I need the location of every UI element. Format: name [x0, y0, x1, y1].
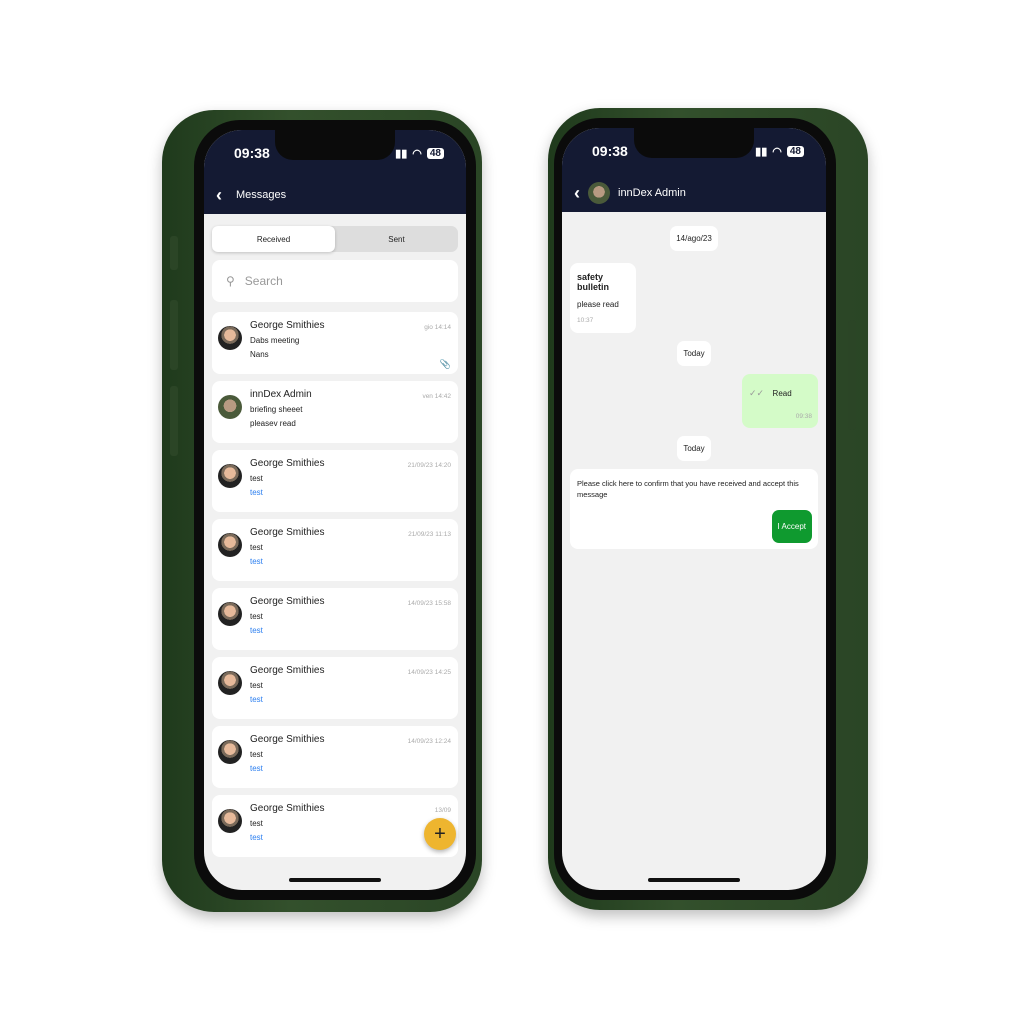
- mute-switch: [170, 236, 178, 270]
- date-separator: 14/ago/23: [670, 226, 718, 251]
- message-list-item[interactable]: George Smithies test test 21/09/23 14:20: [212, 450, 458, 512]
- message-time: 10:37: [577, 317, 594, 324]
- message-subject: briefing sheeet: [250, 405, 303, 414]
- search-placeholder: Search: [244, 274, 283, 288]
- message-list-item[interactable]: innDex Admin briefing sheeet pleasev rea…: [212, 381, 458, 443]
- sender-name: George Smithies: [250, 803, 325, 814]
- confirm-text: Please click here to confirm that you ha…: [577, 479, 799, 500]
- message-time: 21/09/23 14:20: [407, 462, 451, 469]
- message-subject: test: [250, 543, 263, 552]
- wifi-icon: ◠: [412, 147, 422, 160]
- messages-screen: 09:38 ▮▮ ◠ 48 ‹ Messages Received Sent ⚲ S…: [204, 130, 466, 890]
- confirm-message[interactable]: Please click here to confirm that you ha…: [570, 469, 818, 549]
- home-indicator: [289, 878, 381, 882]
- battery-icon: 48: [426, 147, 444, 159]
- avatar: [218, 395, 242, 419]
- message-list-item[interactable]: George Smithies Dabs meeting Nans gio 14…: [212, 312, 458, 374]
- message-time: 21/09/23 11:13: [408, 531, 451, 538]
- back-icon[interactable]: ‹: [574, 183, 580, 204]
- message-time: 14/09/23 15:58: [407, 600, 451, 607]
- chat-screen: 09:38 ▮▮ ◠ 48 ‹ innDex Admin 14/ago/23 saf…: [562, 128, 826, 890]
- paperclip-icon: 📎: [439, 359, 451, 369]
- message-body: Read: [772, 389, 792, 398]
- search-input[interactable]: ⚲ Search: [212, 260, 458, 302]
- message-list-item[interactable]: George Smithies test test 14/09/23 14:25: [212, 657, 458, 719]
- message-time: ven 14:42: [422, 393, 451, 400]
- message-subject: test: [250, 750, 263, 759]
- chat-header: 09:38 ▮▮ ◠ 48 ‹ innDex Admin: [562, 128, 826, 212]
- message-title: safety bulletin: [577, 272, 609, 292]
- message-subject: test: [250, 681, 263, 690]
- battery-icon: 48: [786, 145, 804, 157]
- message-preview: test: [250, 557, 263, 566]
- message-list-item[interactable]: George Smithies test test 21/09/23 11:13: [212, 519, 458, 581]
- message-preview: pleasev read: [250, 419, 296, 428]
- segmented-control: Received Sent: [212, 226, 458, 252]
- message-list-item[interactable]: George Smithies test test 14/09/23 15:58: [212, 588, 458, 650]
- power-button: [848, 320, 856, 430]
- avatar: [218, 740, 242, 764]
- read-check-icon: ✓✓: [749, 388, 765, 398]
- notch: [634, 128, 754, 158]
- page-title: Messages: [236, 189, 287, 201]
- tab-sent[interactable]: Sent: [335, 226, 458, 252]
- message-time: 13/09: [434, 807, 451, 814]
- wifi-icon: ◠: [772, 145, 782, 158]
- message-body: please read: [577, 300, 619, 309]
- message-list-item[interactable]: George Smithies test test 13/09: [212, 795, 458, 857]
- volume-up-button: [170, 300, 178, 370]
- message-preview: test: [250, 626, 263, 635]
- message-time: 14/09/23 14:25: [407, 669, 451, 676]
- message-preview: test: [250, 764, 263, 773]
- avatar: [218, 671, 242, 695]
- avatar: [218, 326, 242, 350]
- message-preview: test: [250, 695, 263, 704]
- compose-button[interactable]: +: [424, 818, 456, 850]
- message-preview: Nans: [250, 350, 269, 359]
- avatar: [218, 464, 242, 488]
- date-separator: Today: [677, 341, 711, 366]
- received-message: safety bulletin please read 10:37: [570, 263, 636, 333]
- tab-received[interactable]: Received: [212, 226, 335, 252]
- search-icon: ⚲: [226, 274, 235, 288]
- status-time: 09:38: [234, 145, 270, 161]
- back-icon[interactable]: ‹: [216, 185, 222, 206]
- date-separator: Today: [677, 436, 711, 461]
- sent-message: ✓✓ Read 09:38: [742, 374, 818, 428]
- volume-down-button: [170, 386, 178, 456]
- status-time: 09:38: [592, 143, 628, 159]
- chat-title: innDex Admin: [618, 187, 686, 199]
- accept-button[interactable]: I Accept: [771, 510, 812, 543]
- home-indicator: [648, 878, 740, 882]
- message-time: gio 14:14: [424, 324, 451, 331]
- message-subject: Dabs meeting: [250, 336, 300, 345]
- message-time: 14/09/23 12:24: [407, 738, 451, 745]
- signal-icon: ▮▮: [395, 147, 408, 160]
- avatar: [588, 182, 610, 204]
- notch: [275, 130, 395, 160]
- avatar: [218, 809, 242, 833]
- message-time: 09:38: [795, 413, 812, 420]
- message-list-item[interactable]: George Smithies test test 14/09/23 12:24: [212, 726, 458, 788]
- message-subject: test: [250, 474, 263, 483]
- message-preview: test: [250, 488, 263, 497]
- message-subject: test: [250, 612, 263, 621]
- signal-icon: ▮▮: [755, 145, 768, 158]
- messages-header: 09:38 ▮▮ ◠ 48 ‹ Messages: [204, 130, 466, 214]
- avatar: [218, 533, 242, 557]
- avatar: [218, 602, 242, 626]
